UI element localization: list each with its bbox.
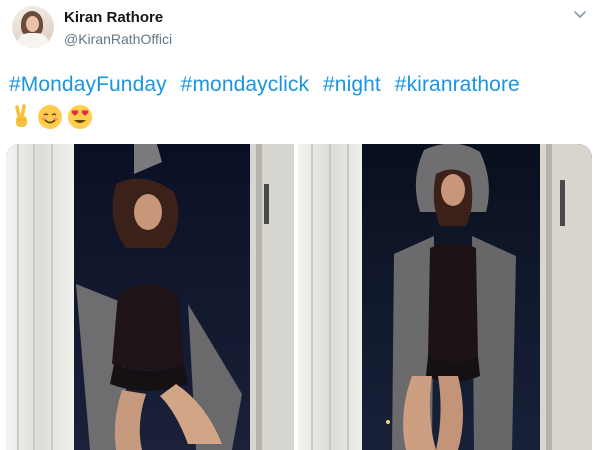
chevron-down-icon[interactable] <box>574 10 586 20</box>
photo-2-image <box>298 144 592 450</box>
user-handle[interactable]: @KiranRathOffici <box>64 31 172 47</box>
smiling-face-icon <box>38 105 62 129</box>
photo-1-image <box>6 144 294 450</box>
photo-2[interactable] <box>298 144 592 450</box>
avatar-outfit <box>18 33 48 48</box>
heart-eyes-icon <box>68 105 92 129</box>
photo-1[interactable] <box>6 144 294 450</box>
hashtag-link[interactable]: #mondayclick <box>181 73 309 96</box>
display-name[interactable]: Kiran Rathore <box>64 9 163 26</box>
victory-hand-icon <box>15 104 27 127</box>
hashtag-link[interactable]: #MondayFunday <box>9 73 167 96</box>
hashtag-link[interactable]: #kiranrathore <box>395 73 520 96</box>
profile-avatar[interactable] <box>12 6 54 48</box>
tweet-text: #MondayFunday #mondayclick #night #kiran… <box>9 73 528 97</box>
tweet-media[interactable] <box>6 144 592 450</box>
avatar-face <box>26 16 39 32</box>
hashtag-link[interactable]: #night <box>323 73 381 96</box>
